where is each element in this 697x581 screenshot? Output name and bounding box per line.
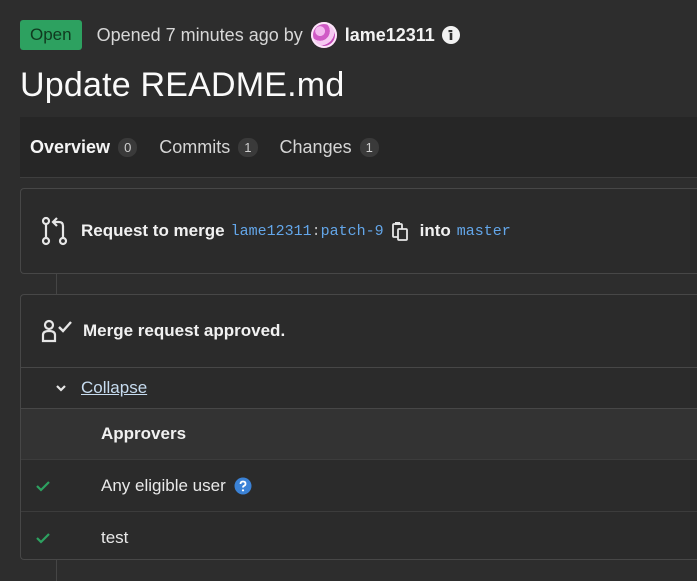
tab-count: 1 <box>238 137 258 157</box>
source-owner-link[interactable]: lame12311 <box>231 223 312 240</box>
avatar[interactable] <box>310 22 337 48</box>
tab-label: Commits <box>159 136 231 157</box>
author-link[interactable]: lame12311 <box>345 25 435 46</box>
status-badge: Open <box>20 20 82 50</box>
approvers-header: Approvers <box>101 424 187 443</box>
tab-count: 1 <box>359 137 379 157</box>
help-icon[interactable] <box>234 477 252 495</box>
tab-label: Changes <box>279 136 352 157</box>
branch-separator: : <box>311 222 321 240</box>
check-icon <box>3 532 83 544</box>
timeline-connector <box>56 560 57 581</box>
merge-request-icon <box>41 216 69 246</box>
into-label: into <box>419 221 451 240</box>
approval-status: Merge request approved. <box>83 321 286 340</box>
tab-label: Overview <box>30 136 111 157</box>
chevron-down-icon[interactable] <box>55 383 67 393</box>
approval-card: Merge request approved. Collapse Approve… <box>20 294 697 560</box>
check-icon <box>3 480 83 492</box>
timeline-connector <box>56 274 57 294</box>
opened-text: Opened 7 minutes ago by <box>96 24 303 45</box>
approver-name: Any eligible user <box>101 475 226 495</box>
copy-icon[interactable] <box>391 221 408 241</box>
mr-tabs: Overview 0 Commits 1 Changes 1 <box>20 117 697 178</box>
collapse-link[interactable]: Collapse <box>81 378 147 398</box>
merge-prefix: Request to merge <box>81 221 225 240</box>
approval-icon <box>41 319 73 343</box>
tab-commits[interactable]: Commits 1 <box>159 136 258 158</box>
source-branch-link[interactable]: patch-9 <box>321 223 384 240</box>
merge-info-card: Request to merge lame12311 : patch-9 int… <box>20 188 697 274</box>
page-title: Update README.md <box>20 66 345 104</box>
info-icon[interactable] <box>441 25 461 45</box>
approver-row: Any eligible user <box>21 459 697 511</box>
approver-name: test <box>101 527 129 547</box>
tab-changes[interactable]: Changes 1 <box>280 137 379 158</box>
tab-overview[interactable]: Overview 0 <box>30 136 138 158</box>
target-branch-link[interactable]: master <box>457 223 511 240</box>
approver-row: test <box>21 511 697 563</box>
tab-count: 0 <box>118 137 138 157</box>
mr-header: Open Opened 7 minutes ago by lame12311 <box>20 19 461 51</box>
